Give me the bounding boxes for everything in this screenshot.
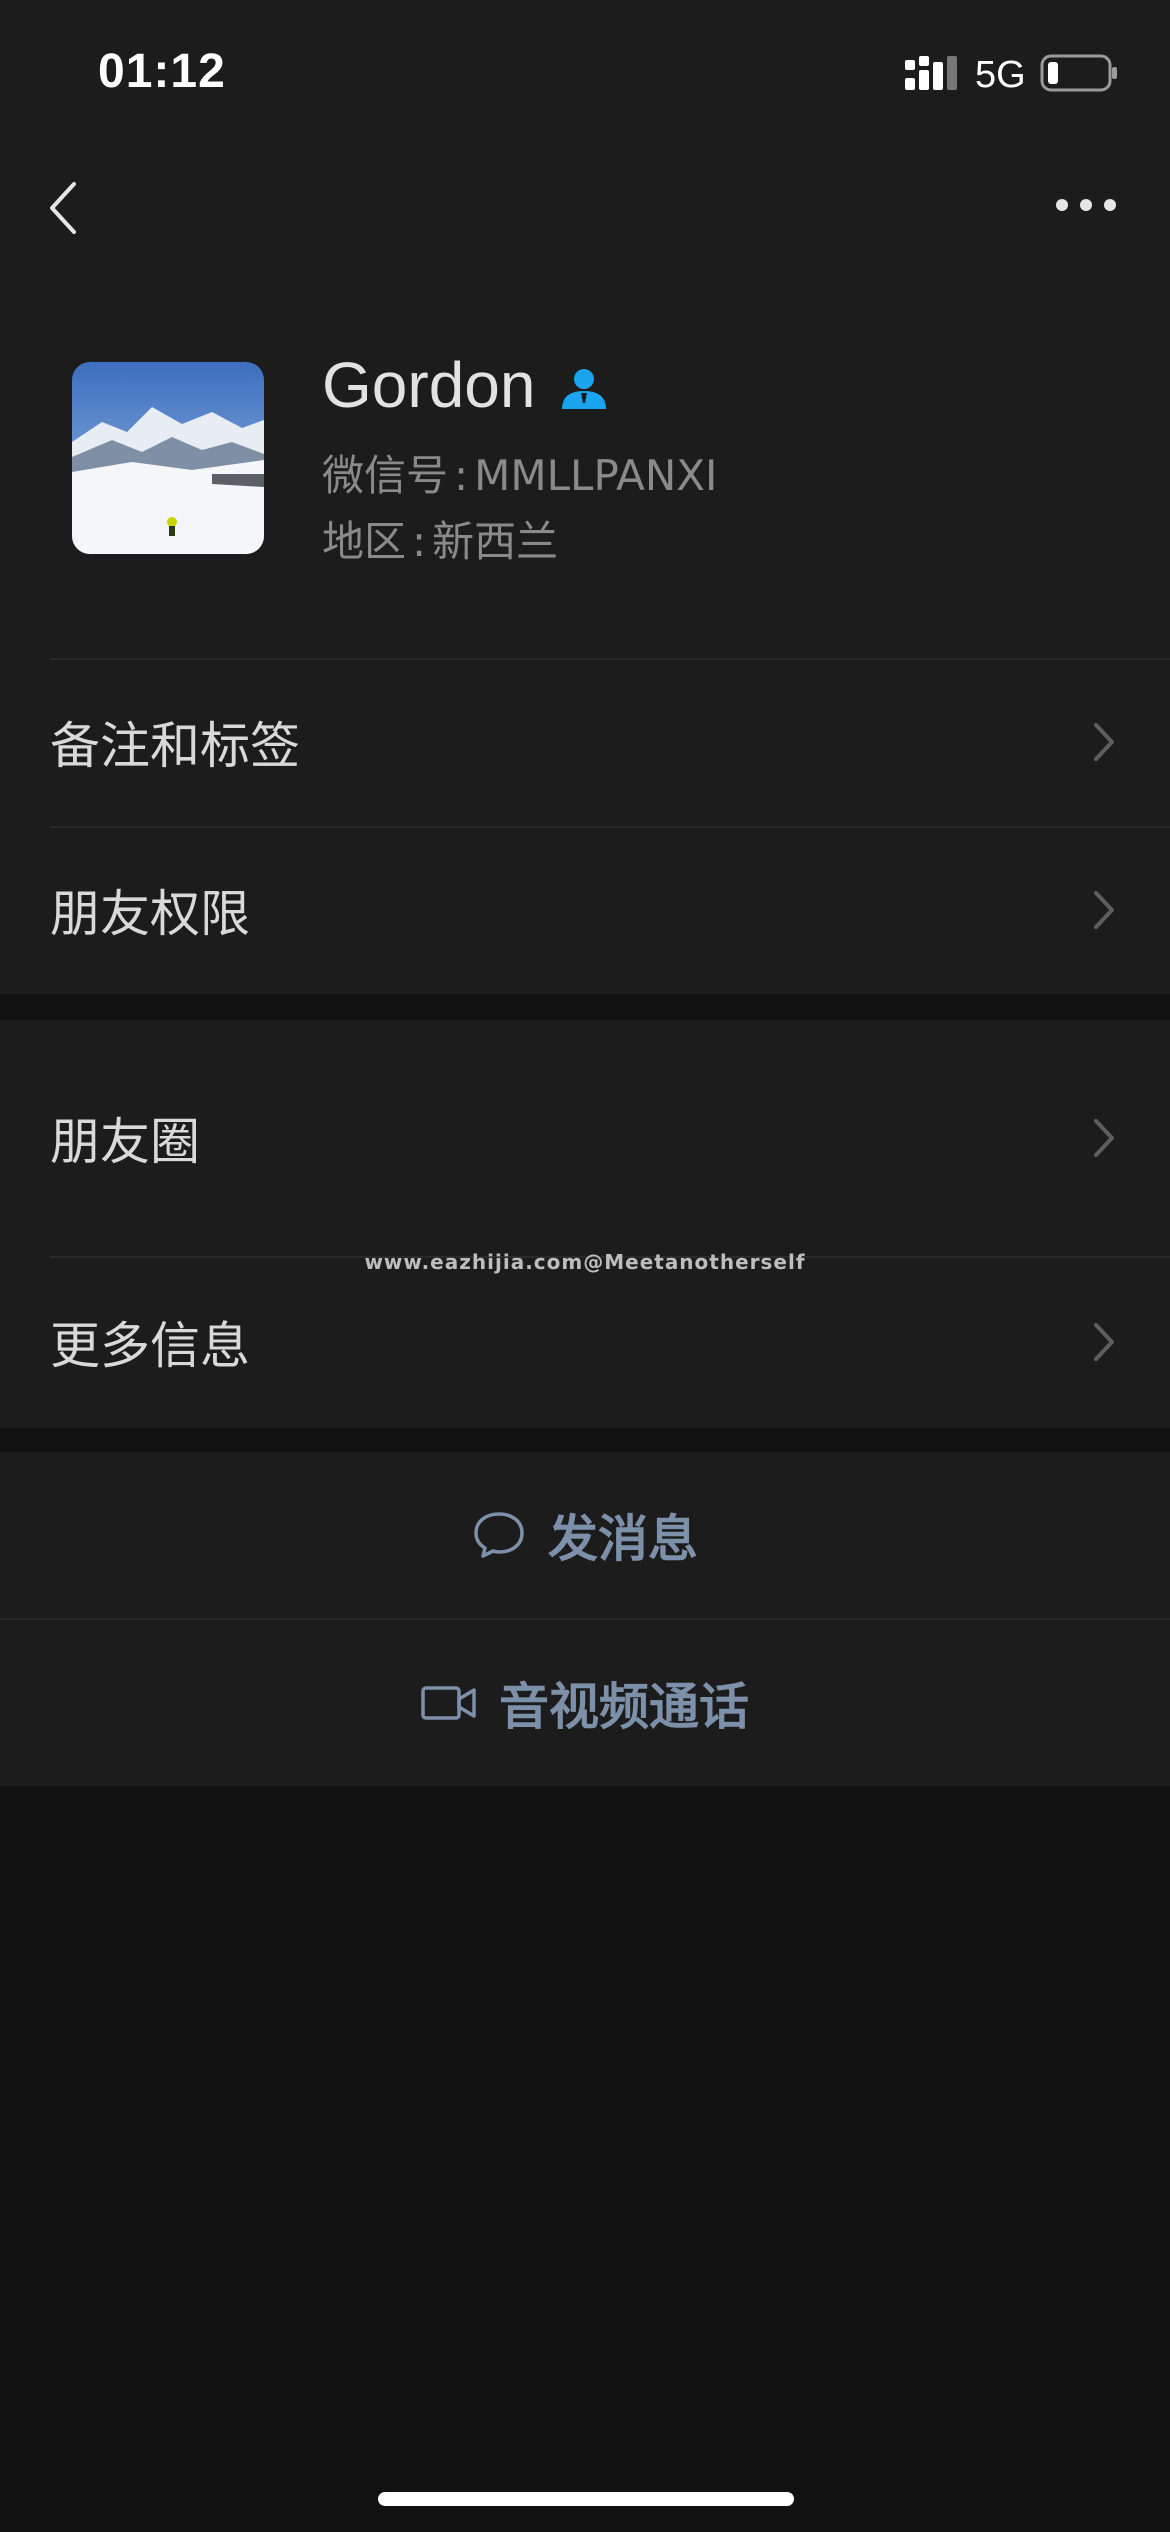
region-separator: : — [412, 517, 427, 566]
home-indicator[interactable] — [378, 2492, 794, 2506]
contact-name: Gordon — [322, 349, 536, 421]
wechat-id-separator: : — [454, 451, 469, 500]
region-line: 地区: 新西兰 — [322, 508, 558, 569]
chevron-right-icon — [1094, 1119, 1114, 1157]
nav-bar — [0, 150, 1170, 260]
avatar[interactable] — [72, 362, 264, 554]
contact-badge-icon — [562, 369, 607, 409]
contact-profile-page: 01:12 5G Gordon 微信号: MMLLPANXI 地区: 新西兰… — [0, 0, 1170, 2532]
video-call-button[interactable]: 音视频通话 — [0, 1620, 1170, 1786]
region-value: 新西兰 — [432, 517, 559, 566]
status-bar: 01:12 5G — [0, 0, 1170, 150]
chevron-right-icon — [1094, 891, 1114, 929]
video-call-label: 音视频通话 — [499, 1678, 749, 1736]
profile-header: Gordon 微信号: MMLLPANXI 地区: 新西兰 — [0, 260, 1170, 660]
more-options-icon[interactable] — [1054, 190, 1118, 220]
status-time: 01:12 — [98, 45, 226, 98]
row-remarks-tags[interactable]: 备注和标签 — [0, 658, 1170, 826]
signal-icon — [905, 56, 957, 90]
row-label: 朋友圈 — [50, 1113, 200, 1171]
chevron-right-icon — [1094, 1323, 1114, 1361]
chevron-right-icon — [1094, 723, 1114, 761]
video-camera-icon — [421, 1686, 476, 1720]
network-type: 5G — [975, 54, 1026, 96]
wechat-id-value: MMLLPANXI — [474, 451, 718, 500]
region-label: 地区 — [322, 517, 407, 566]
name-row: Gordon — [322, 348, 609, 422]
back-icon[interactable] — [44, 178, 94, 238]
wechat-id-line: 微信号: MMLLPANXI — [322, 442, 717, 503]
settings-group-2: 朋友圈 更多信息 — [0, 1020, 1170, 1428]
row-label: 备注和标签 — [50, 717, 300, 775]
wechat-id-label: 微信号 — [322, 451, 449, 500]
row-label: 更多信息 — [50, 1317, 250, 1375]
send-message-label: 发消息 — [548, 1510, 698, 1568]
row-label: 朋友权限 — [50, 885, 250, 943]
settings-group-1: 备注和标签 朋友权限 — [0, 658, 1170, 994]
watermark: www.eazhijia.com@Meetanotherself — [364, 1250, 806, 1274]
row-moments[interactable]: 朋友圈 — [0, 1020, 1170, 1256]
send-message-button[interactable]: 发消息 — [0, 1452, 1170, 1618]
chat-bubble-icon — [474, 1512, 524, 1558]
row-friend-permissions[interactable]: 朋友权限 — [0, 826, 1170, 994]
battery-icon — [1040, 54, 1117, 92]
row-more-info[interactable]: 更多信息 — [0, 1256, 1170, 1428]
